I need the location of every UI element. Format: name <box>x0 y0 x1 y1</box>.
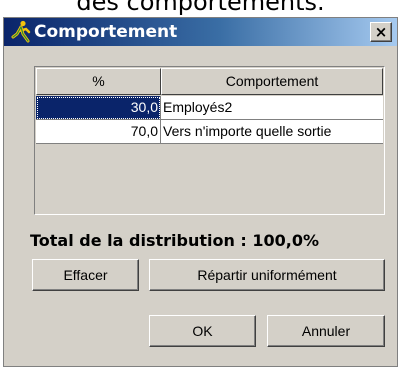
ok-button[interactable]: OK <box>149 315 256 347</box>
dialog-title: Comportement <box>34 22 178 42</box>
column-header-behavior[interactable]: Comportement <box>161 68 383 95</box>
page-caption: des comportements. <box>76 0 325 16</box>
column-header-percent[interactable]: % <box>36 68 161 95</box>
table-row[interactable]: 30,0 Employés2 <box>36 96 383 120</box>
behavior-cell[interactable]: Vers n'importe quelle sortie <box>161 120 383 144</box>
percent-cell[interactable]: 70,0 <box>36 120 161 144</box>
title-bar[interactable]: Comportement × <box>4 18 397 46</box>
behavior-table: % Comportement 30,0 Employés2 70,0 Vers … <box>34 66 385 215</box>
clear-button[interactable]: Effacer <box>32 259 139 291</box>
behavior-dialog: Comportement × % Comportement 30,0 Emplo… <box>3 17 398 367</box>
distribution-total: Total de la distribution : 100,0% <box>30 231 320 250</box>
behavior-cell[interactable]: Employés2 <box>161 96 383 120</box>
cancel-button[interactable]: Annuler <box>267 315 385 347</box>
table-row[interactable]: 70,0 Vers n'importe quelle sortie <box>36 120 383 144</box>
distribute-evenly-button[interactable]: Répartir uniformément <box>149 259 385 291</box>
percent-cell[interactable]: 30,0 <box>36 96 161 120</box>
running-person-icon <box>10 20 32 44</box>
close-button[interactable]: × <box>370 22 392 42</box>
